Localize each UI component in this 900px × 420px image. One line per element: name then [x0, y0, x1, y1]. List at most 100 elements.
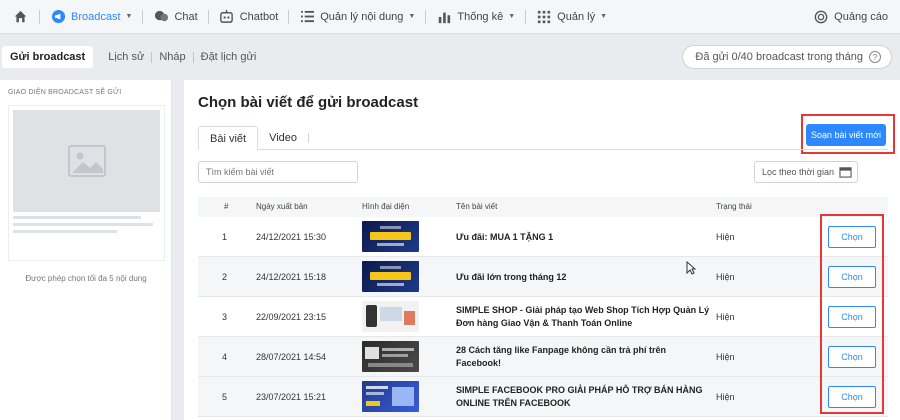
- tab-schedule[interactable]: Đặt lịch gửi: [194, 47, 264, 67]
- preview-title: GIAO DIỆN BROADCAST SẼ GỬI: [8, 89, 122, 96]
- nav-chat[interactable]: Chat: [143, 0, 207, 34]
- nav-chatbot[interactable]: Chatbot: [209, 0, 289, 34]
- row-date: 28/07/2021 14:54: [256, 352, 327, 362]
- row-post-title: Ưu đãi lớn trong tháng 12: [456, 257, 711, 297]
- table-row: 4 28/07/2021 14:54 28 Cách tăng like Fan…: [198, 337, 888, 377]
- nav-management[interactable]: Quản lý ▼: [526, 0, 617, 34]
- broadcast-quota-text: Đã gửi 0/40 broadcast trong tháng: [695, 51, 863, 63]
- list-icon: [299, 9, 315, 25]
- row-index: 2: [222, 272, 228, 282]
- post-title-line-1: SIMPLE FACEBOOK PRO GIẢI PHÁP HỖ TRỢ BÁN…: [456, 385, 703, 395]
- ads-icon: [813, 9, 829, 25]
- grid-icon: [536, 9, 552, 25]
- row-index: 4: [222, 352, 228, 362]
- help-icon[interactable]: ?: [869, 51, 881, 63]
- tab-posts[interactable]: Bài viết: [198, 126, 259, 151]
- table-header: # Ngày xuất bản Hình đại diện Tên bài vi…: [198, 197, 888, 217]
- column-header-date: Ngày xuất bản: [256, 202, 308, 211]
- search-input[interactable]: [198, 161, 358, 183]
- post-selection-panel: Chọn bài viết để gửi broadcast Soạn bài …: [184, 80, 900, 420]
- row-post-title: 28 Cách tăng like Fanpage không cần trả …: [456, 337, 711, 377]
- preview-image-placeholder: [13, 110, 160, 212]
- row-status: Hiện: [716, 352, 735, 362]
- chevron-down-icon: ▼: [508, 13, 516, 20]
- preview-text-line: [13, 216, 141, 219]
- preview-text-line: [13, 223, 153, 226]
- column-header-thumbnail: Hình đại diện: [362, 202, 410, 211]
- row-date: 24/12/2021 15:18: [256, 272, 327, 282]
- page-title: Chọn bài viết để gửi broadcast: [198, 94, 419, 111]
- row-date: 22/09/2021 23:15: [256, 312, 327, 322]
- table-row: 1 24/12/2021 15:30 Ưu đãi: MUA 1 TẶNG 1 …: [198, 217, 888, 257]
- row-status: Hiện: [716, 232, 735, 242]
- table-row: 2 24/12/2021 15:18 Ưu đãi lớn trong thán…: [198, 257, 888, 297]
- row-status: Hiện: [716, 272, 735, 282]
- row-post-title: Ưu đãi: MUA 1 TẶNG 1: [456, 217, 711, 257]
- chevron-down-icon: ▼: [408, 13, 416, 20]
- column-header-status: Trạng thái: [716, 202, 752, 211]
- nav-statistics[interactable]: Thống kê ▼: [426, 0, 525, 34]
- broadcast-quota-badge: Đã gửi 0/40 broadcast trong tháng ?: [682, 45, 892, 69]
- broadcast-preview-panel: GIAO DIỆN BROADCAST SẼ GỬI Được phép chọ…: [0, 80, 172, 420]
- table-row: 3 22/09/2021 23:15 SIMPLE SHOP - Giải ph…: [198, 297, 888, 337]
- row-post-title: SIMPLE SHOP - Giải pháp tạo Web Shop Tíc…: [456, 297, 711, 337]
- mouse-cursor-icon: [686, 261, 696, 275]
- column-header-title: Tên bài viết: [456, 202, 498, 211]
- row-status: Hiện: [716, 392, 735, 402]
- post-title-line-1: Ưu đãi lớn trong tháng 12: [456, 271, 567, 282]
- preview-text-line: [13, 230, 117, 233]
- nav-chat-label: Chat: [174, 10, 198, 23]
- date-filter-label: Lọc theo thời gian: [762, 167, 834, 177]
- broadcast-icon: [50, 9, 66, 25]
- post-title-line-1: Ưu đãi: MUA 1 TẶNG 1: [456, 231, 554, 242]
- post-title-line-2: Đơn hàng Giao Vận & Thanh Toán Online: [456, 318, 633, 328]
- tab-history[interactable]: Lịch sử: [101, 47, 151, 67]
- home-button[interactable]: [0, 0, 39, 34]
- column-header-index: #: [224, 202, 229, 211]
- nav-content-management[interactable]: Quản lý nội dung ▼: [289, 0, 425, 34]
- tab-divider: [308, 133, 310, 143]
- nav-content-management-label: Quản lý nội dung: [320, 10, 404, 23]
- home-icon: [14, 10, 27, 23]
- nav-broadcast[interactable]: Broadcast ▼: [40, 0, 142, 34]
- row-status: Hiện: [716, 312, 735, 322]
- highlight-box-choose-buttons: [820, 214, 884, 414]
- post-title-line-2: ONLINE TRÊN FACEBOOK: [456, 398, 571, 408]
- row-post-title: SIMPLE FACEBOOK PRO GIẢI PHÁP HỖ TRỢ BÁN…: [456, 377, 711, 417]
- post-thumbnail: [362, 381, 419, 412]
- calendar-icon: [839, 167, 852, 178]
- post-thumbnail: [362, 341, 419, 372]
- nav-statistics-label: Thống kê: [457, 10, 504, 23]
- chat-icon: [153, 9, 169, 25]
- row-date: 23/07/2021 15:21: [256, 392, 327, 402]
- chevron-down-icon: ▼: [125, 13, 133, 20]
- sub-navigation: Gửi broadcast Lịch sử Nháp Đặt lịch gửi …: [0, 34, 900, 80]
- bar-chart-icon: [436, 9, 452, 25]
- tab-drafts[interactable]: Nháp: [152, 47, 192, 67]
- date-filter[interactable]: Lọc theo thời gian: [754, 161, 858, 183]
- nav-ads[interactable]: Quảng cáo: [803, 0, 900, 34]
- post-thumbnail: [362, 221, 419, 252]
- nav-ads-label: Quảng cáo: [834, 10, 888, 23]
- image-placeholder-icon: [67, 145, 106, 177]
- top-navigation: Broadcast ▼ Chat Chatbot Quản lý nội dun…: [0, 0, 900, 34]
- tab-video[interactable]: Video: [258, 126, 308, 150]
- nav-broadcast-label: Broadcast: [71, 10, 121, 23]
- preview-limit-note: Được phép chọn tối đa 5 nội dung: [25, 274, 147, 283]
- row-index: 1: [222, 232, 228, 242]
- table-row: 5 23/07/2021 15:21 SIMPLE FACEBOOK PRO G…: [198, 377, 888, 417]
- row-index: 3: [222, 312, 228, 322]
- tab-send-broadcast[interactable]: Gửi broadcast: [2, 46, 94, 68]
- post-thumbnail: [362, 261, 419, 292]
- content-type-tabs: Bài viết Video: [198, 126, 888, 151]
- row-index: 5: [222, 392, 228, 402]
- preview-frame: [8, 105, 165, 261]
- nav-management-label: Quản lý: [557, 10, 596, 23]
- nav-chatbot-label: Chatbot: [239, 10, 279, 23]
- post-thumbnail: [362, 301, 419, 332]
- chevron-down-icon: ▼: [600, 13, 608, 20]
- post-title-line-1: SIMPLE SHOP - Giải pháp tạo Web Shop Tíc…: [456, 305, 710, 315]
- row-date: 24/12/2021 15:30: [256, 232, 327, 242]
- chatbot-icon: [219, 9, 235, 25]
- post-title-line-1: 28 Cách tăng like Fanpage không cần trả …: [456, 345, 667, 368]
